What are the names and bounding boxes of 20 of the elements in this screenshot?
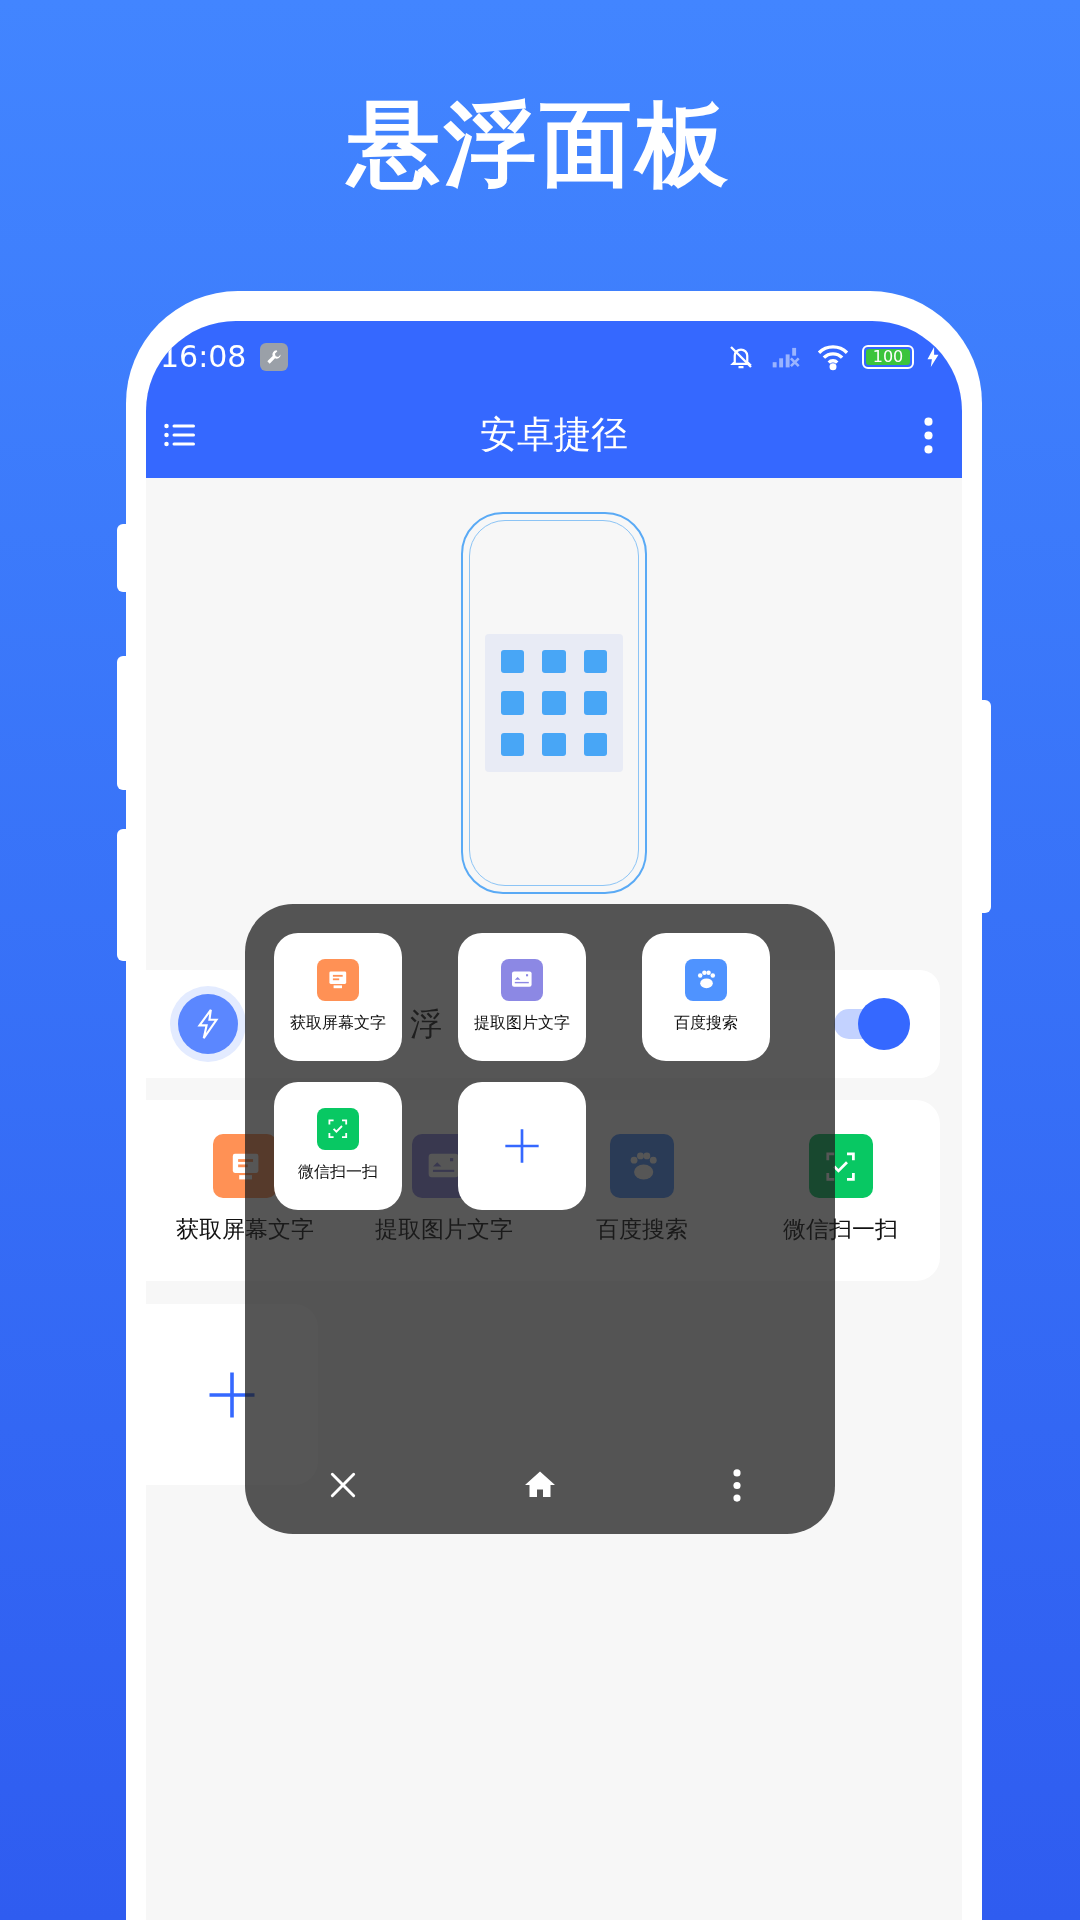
shortcut-tile[interactable]: 百度搜索 — [642, 933, 770, 1061]
plus-icon — [502, 1126, 542, 1166]
shortcut-tile[interactable]: 微信扫一扫 — [274, 1082, 402, 1210]
image-card-icon — [501, 959, 543, 1001]
battery-indicator: 100 — [862, 344, 914, 369]
more-icon — [732, 1468, 741, 1502]
toggle-switch[interactable] — [834, 998, 910, 1050]
charging-icon — [926, 345, 940, 368]
wrench-icon — [260, 342, 289, 371]
shortcut-tile[interactable]: 提取图片文字 — [458, 933, 586, 1061]
clock: 16:08 — [160, 341, 247, 372]
scan-icon — [317, 1108, 359, 1150]
shortcut-tile[interactable]: 获取屏幕文字 — [274, 933, 402, 1061]
floating-ball-label: 浮 — [410, 1004, 442, 1045]
wifi-icon — [816, 342, 850, 371]
app-title: 安卓捷径 — [480, 412, 628, 459]
paw-icon — [685, 959, 727, 1001]
add-tile[interactable] — [458, 1082, 586, 1210]
monitor-icon — [317, 959, 359, 1001]
more-icon — [923, 416, 933, 454]
